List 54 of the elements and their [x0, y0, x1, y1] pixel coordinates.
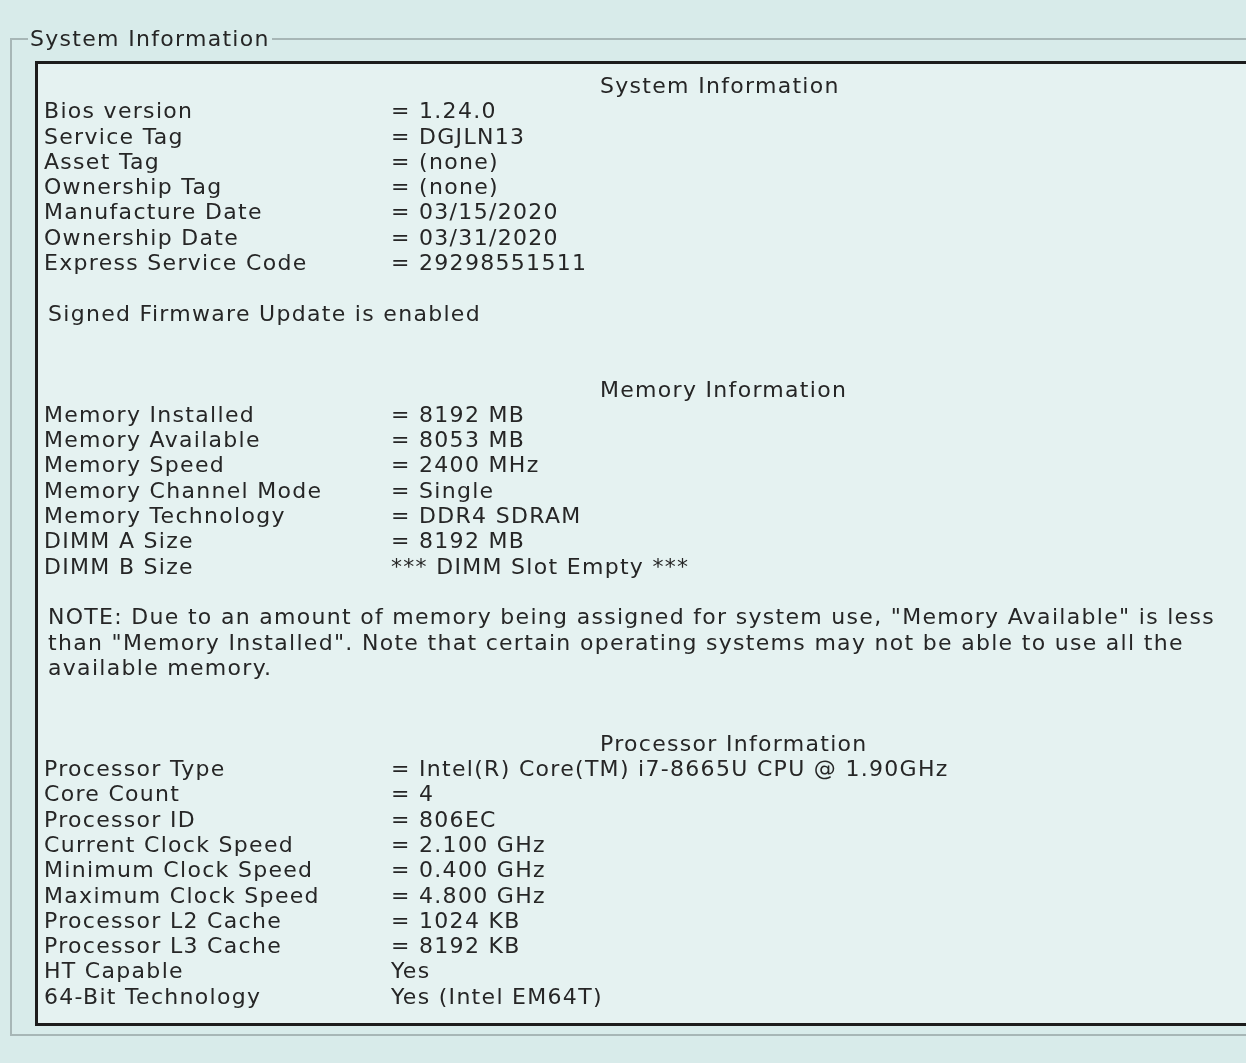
field-value: = 1.24.0: [391, 98, 498, 124]
field-label: Maximum Clock Speed: [44, 882, 321, 908]
field-label: Memory Available: [44, 427, 262, 453]
field-value: = DGJLN13: [391, 123, 527, 149]
field-label: Asset Tag: [44, 148, 162, 175]
field-value: = 4: [391, 781, 436, 807]
field-value: = Single: [391, 477, 496, 504]
section-title: System Information: [599, 73, 841, 99]
field-label: Manufacture Date: [44, 199, 264, 225]
note-text: NOTE: Due to an amount of memory being assigned for system use, "Memory Available" is less than "Memory Installed". Note that certain operating systems may not be able to use all the available memory.: [47, 604, 1216, 681]
field-value: = 8192 MB: [391, 401, 527, 428]
field-label: HT Capable: [44, 958, 185, 984]
field-label: Memory Speed: [44, 452, 227, 478]
field-value: = 4.800 GHz: [391, 882, 547, 908]
field-label: Processor ID: [44, 806, 197, 832]
field-value: = 03/31/2020: [391, 224, 560, 251]
field-value: Yes (Intel EM64T): [391, 983, 604, 1009]
field-label: Bios version: [44, 98, 195, 124]
field-value: = 806EC: [391, 806, 498, 832]
field-label: Ownership Date: [44, 224, 241, 251]
field-value: = (none): [391, 148, 500, 175]
field-value: Yes: [391, 958, 432, 984]
field-label: Minimum Clock Speed: [44, 857, 315, 883]
field-label: Express Service Code: [44, 250, 309, 276]
field-value: = 03/15/2020: [391, 199, 560, 225]
section-title: Memory Information: [599, 376, 849, 402]
field-value: = 8192 KB: [391, 933, 522, 959]
field-value: = 8053 MB: [391, 427, 527, 453]
field-label: 64-Bit Technology: [44, 983, 263, 1009]
field-label: Memory Technology: [44, 503, 287, 529]
field-label: Memory Channel Mode: [44, 477, 324, 504]
field-value: *** DIMM Slot Empty ***: [391, 553, 691, 579]
field-value: = Intel(R) Core(TM) i7-8665U CPU @ 1.90GHz: [391, 756, 950, 782]
field-value: = (none): [391, 174, 500, 200]
field-label: Current Clock Speed: [44, 831, 296, 858]
field-label: Memory Installed: [44, 401, 256, 428]
field-value: = DDR4 SDRAM: [391, 503, 583, 529]
field-label: DIMM B Size: [44, 553, 195, 579]
group-box-title: System Information: [29, 26, 271, 51]
section-title: Processor Information: [599, 730, 869, 756]
field-label: Processor L2 Cache: [44, 907, 284, 934]
field-label: Ownership Tag: [44, 174, 224, 200]
field-value: = 8192 MB: [391, 528, 527, 554]
field-label: Core Count: [44, 781, 182, 807]
note-text: Signed Firmware Update is enabled: [47, 300, 482, 326]
field-value: = 2400 MHz: [391, 452, 541, 478]
field-value: = 2.100 GHz: [391, 831, 547, 858]
field-value: = 0.400 GHz: [391, 857, 547, 883]
field-label: DIMM A Size: [44, 528, 195, 554]
field-value: = 29298551511: [391, 250, 589, 276]
field-value: = 1024 KB: [391, 907, 522, 934]
field-label: Processor Type: [44, 756, 227, 782]
field-label: Processor L3 Cache: [44, 933, 284, 959]
field-label: Service Tag: [44, 123, 185, 149]
